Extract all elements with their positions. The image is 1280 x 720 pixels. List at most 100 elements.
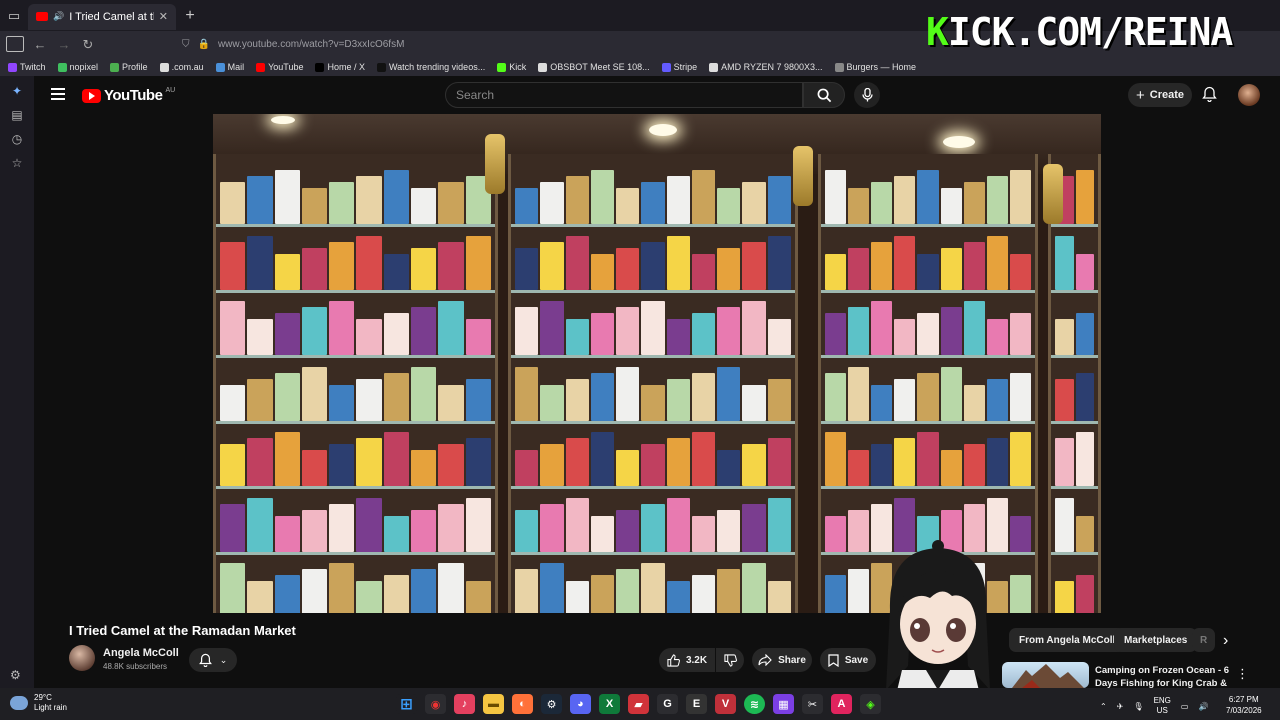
discord-app-icon[interactable]: ◕	[570, 694, 591, 714]
forward-button[interactable]: →	[52, 37, 76, 52]
chevron-right-icon[interactable]: ›	[1223, 632, 1228, 650]
menu-icon[interactable]	[51, 88, 65, 100]
video-scene-product	[616, 307, 640, 356]
video-player[interactable]	[213, 114, 1101, 613]
purple-app-icon[interactable]: ▦	[773, 694, 794, 714]
xbox-app-icon[interactable]: ◈	[860, 694, 881, 714]
video-scene-product	[717, 188, 741, 224]
bookmark-item[interactable]: .com.au	[159, 62, 204, 72]
account-avatar[interactable]	[1238, 84, 1260, 106]
display-icon[interactable]: ▭	[1181, 702, 1189, 711]
bookmark-item[interactable]: nopixel	[57, 62, 98, 72]
channel-avatar[interactable]	[69, 645, 95, 671]
new-tab-button[interactable]: +	[176, 7, 204, 25]
bookmark-item[interactable]: Kick	[497, 62, 526, 72]
video-scene-product	[590, 170, 615, 224]
tabs-icon[interactable]: ▤	[10, 108, 24, 122]
steam-app-icon[interactable]: ⚙	[541, 694, 562, 714]
bookmark-item[interactable]: Watch trending videos...	[376, 62, 485, 72]
video-scene-product	[540, 503, 564, 552]
bookmark-item[interactable]: AMD RYZEN 7 9800X3...	[709, 62, 823, 72]
dislike-button[interactable]	[716, 648, 744, 672]
search-icon	[817, 88, 831, 102]
epic-games-icon[interactable]: E	[686, 694, 707, 714]
bookmark-item[interactable]: OBSBOT Meet SE 108...	[538, 62, 650, 72]
create-button[interactable]: + Create	[1128, 83, 1192, 107]
settings-gear-icon[interactable]: ⚙	[10, 668, 21, 682]
kick-logo-letter: K	[926, 10, 949, 54]
chip-marketplaces[interactable]: Marketplaces	[1114, 628, 1198, 652]
active-tab[interactable]: 🔊 I Tried Camel at the Ramadan Market ✕	[28, 3, 176, 30]
chrome-app-icon[interactable]: ◉	[425, 694, 446, 714]
start-windows-icon[interactable]: ⊞	[396, 694, 417, 714]
video-scene-product	[666, 497, 690, 552]
bookmark-item[interactable]: Twitch	[8, 62, 46, 72]
ai-assistant-icon[interactable]: ✦	[10, 84, 24, 98]
subscription-bell-button[interactable]: ⌄	[189, 648, 237, 672]
mic-tray-icon[interactable]: 🎙	[1133, 702, 1143, 711]
chip-from-channel[interactable]: From Angela McColl	[1009, 628, 1126, 652]
video-scene-product	[565, 438, 589, 487]
network-icon[interactable]: ✈	[1117, 702, 1124, 711]
bookmark-item[interactable]: YouTube	[256, 62, 303, 72]
g-app-icon[interactable]: G	[657, 694, 678, 714]
like-button[interactable]: 3.2K	[659, 648, 715, 672]
back-button[interactable]: ←	[28, 37, 52, 52]
bookmarks-star-icon[interactable]: ☆	[10, 156, 24, 170]
sidebar-toggle-icon[interactable]	[6, 36, 24, 52]
video-scene-shelf-row	[216, 359, 495, 424]
system-clock[interactable]: 6:27 PM 7/03/2026	[1226, 694, 1262, 716]
speaker-icon[interactable]: 🔊	[53, 11, 64, 22]
capcut-app-icon[interactable]: ✂	[802, 694, 823, 714]
like-count: 3.2K	[685, 654, 708, 666]
video-scene-product	[590, 515, 615, 552]
firefox-app-icon[interactable]: ◐	[512, 694, 533, 714]
video-scene-product	[986, 319, 1008, 356]
video-scene-shelf-row	[216, 228, 495, 293]
channel-name[interactable]: Angela McColl	[103, 647, 179, 659]
bookmark-item[interactable]: Mail	[215, 62, 244, 72]
chip-partial[interactable]: R	[1192, 628, 1216, 652]
chevron-up-icon[interactable]: ⌃	[1100, 702, 1107, 711]
red-app-icon[interactable]: ▰	[628, 694, 649, 714]
shield-icon[interactable]: ⛉	[182, 39, 190, 50]
video-scene-product	[247, 176, 273, 224]
video-scene-product	[1075, 432, 1094, 487]
history-icon[interactable]: ◷	[10, 132, 24, 146]
logo-region: AU	[165, 87, 176, 94]
search-input[interactable]: Search	[445, 82, 803, 108]
search-placeholder: Search	[456, 88, 495, 102]
reload-button[interactable]: ↻	[76, 37, 100, 53]
excel-app-icon[interactable]: X	[599, 694, 620, 714]
tiktok-app-icon[interactable]: ♪	[454, 694, 475, 714]
valorant-app-icon[interactable]: V	[715, 694, 736, 714]
search-button[interactable]	[803, 82, 845, 108]
video-scene-product	[274, 372, 300, 421]
video-scene-product	[247, 581, 273, 613]
video-scene-product	[742, 563, 766, 613]
bookmark-item[interactable]: Home / X	[315, 62, 365, 72]
volume-icon[interactable]: 🔊	[1198, 702, 1208, 711]
bookmark-item[interactable]: Stripe	[661, 62, 697, 72]
spotify-app-icon[interactable]: ≋	[744, 694, 765, 714]
language-indicator[interactable]: ENG US	[1154, 696, 1171, 716]
file-explorer-icon[interactable]: ▬	[483, 694, 504, 714]
voice-search-button[interactable]	[854, 82, 880, 108]
video-scene-product	[616, 247, 640, 290]
lock-icon[interactable]: 🔒	[198, 39, 210, 50]
share-button[interactable]: Share	[752, 648, 812, 672]
video-scene-shelf-row	[216, 490, 495, 555]
weather-widget[interactable]: 29°C Light rain	[10, 693, 67, 713]
bookmark-favicon-icon	[834, 62, 844, 72]
more-options-icon[interactable]: ⋮	[1236, 666, 1249, 682]
bookmark-item[interactable]: Profile	[110, 62, 148, 72]
adobe-app-icon[interactable]: A	[831, 694, 852, 714]
notifications-bell-icon[interactable]	[1202, 86, 1217, 107]
bookmark-item[interactable]: Burgers — Home	[834, 62, 916, 72]
tab-overview-icon[interactable]: ▭	[0, 0, 28, 31]
close-tab-icon[interactable]: ✕	[159, 10, 168, 23]
video-scene-product	[848, 450, 870, 487]
youtube-logo[interactable]: YouTube AU	[82, 87, 175, 104]
address-bar[interactable]: ⛉ 🔒 www.youtube.com/watch?v=D3xxIcO6fsM	[174, 33, 914, 55]
recommendation-thumbnail[interactable]	[1002, 662, 1089, 688]
